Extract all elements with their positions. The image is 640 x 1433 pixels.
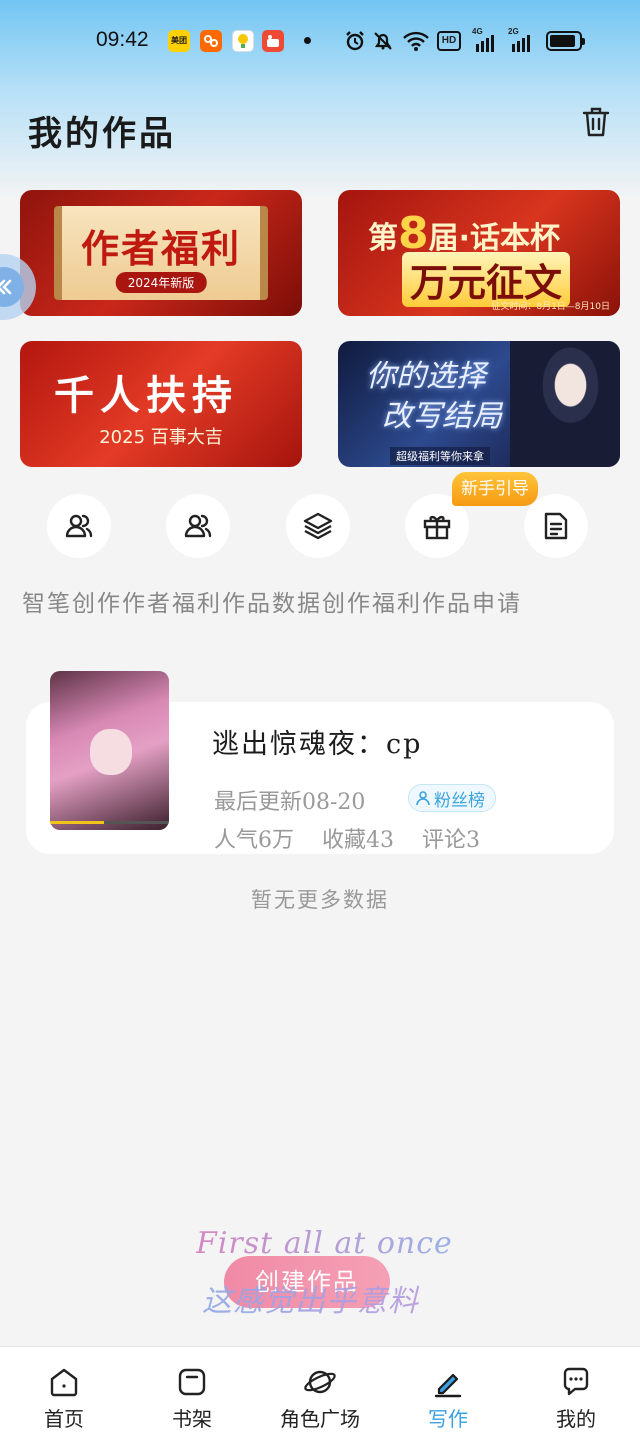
user-icon bbox=[416, 791, 430, 806]
status-time: 09:42 bbox=[96, 28, 149, 51]
nav-bookshelf[interactable]: 书架 bbox=[128, 1347, 256, 1433]
works-data-shortcut[interactable] bbox=[286, 494, 350, 558]
work-last-updated: 最后更新08-20 bbox=[214, 790, 366, 815]
banner-subtitle: 2025 百事大吉 bbox=[99, 427, 223, 448]
home-icon bbox=[50, 1368, 78, 1397]
nav-home[interactable]: 首页 bbox=[0, 1347, 128, 1433]
wifi-icon bbox=[403, 31, 429, 51]
nav-label: 首页 bbox=[44, 1407, 84, 1431]
status-bar: 09:42 美团 HD 4G 2G bbox=[0, 22, 640, 58]
pen-icon bbox=[434, 1373, 462, 1398]
nav-label: 书架 bbox=[172, 1407, 212, 1431]
mute-bell-icon bbox=[374, 32, 392, 50]
hd-badge: HD bbox=[437, 31, 461, 51]
layers-icon bbox=[303, 512, 333, 540]
battery-icon bbox=[546, 31, 585, 51]
works-apply-shortcut[interactable] bbox=[524, 494, 588, 558]
trash-icon bbox=[582, 107, 610, 137]
banner-subtitle: 超级福利等你来拿 bbox=[390, 447, 490, 465]
banner-scroll: 作者福利 2024年新版 bbox=[54, 206, 268, 300]
bottom-navigation: 首页 书架 角色广场 写作 我的 bbox=[0, 1346, 640, 1433]
banner-support-program[interactable]: 千人扶持 2025 百事大吉 bbox=[20, 341, 302, 467]
red-app-icon bbox=[262, 30, 284, 52]
chat-bubble-icon bbox=[563, 1367, 589, 1396]
banner-title: 作者福利 bbox=[80, 227, 241, 271]
notification-dot bbox=[304, 37, 311, 44]
work-cover-image[interactable] bbox=[50, 671, 169, 830]
nav-label: 我的 bbox=[556, 1407, 596, 1431]
bookshelf-icon bbox=[178, 1368, 206, 1396]
banner-period: 征文时间：8月1日—8月10日 bbox=[491, 302, 610, 312]
alarm-icon bbox=[346, 31, 364, 51]
floating-text-zh: 这感觉出乎意料 bbox=[202, 1276, 419, 1320]
page-title: 我的作品 bbox=[28, 114, 176, 154]
work-popularity: 人气6万 bbox=[214, 828, 294, 853]
nav-character-square[interactable]: 角色广场 bbox=[256, 1347, 384, 1433]
shortcut-labels: 智笔创作作者福利作品数据创作福利作品申请 bbox=[22, 591, 522, 617]
meituan-icon: 美团 bbox=[168, 30, 190, 52]
nav-write[interactable]: 写作 bbox=[384, 1347, 512, 1433]
character-illustration bbox=[510, 341, 620, 467]
document-icon bbox=[544, 512, 568, 540]
signal-icon bbox=[476, 35, 494, 52]
newbie-guide-badge[interactable]: 新手引导 bbox=[452, 472, 538, 506]
banner-title: 你的选择 改写结局 bbox=[366, 359, 502, 434]
banner-essay-contest[interactable]: 第8届·话本杯 万元征文 征文时间：8月1日—8月10日 bbox=[338, 190, 620, 316]
work-comments: 评论3 bbox=[422, 828, 480, 853]
banner-subtitle: 2024年新版 bbox=[115, 272, 207, 293]
gift-icon bbox=[423, 515, 451, 540]
author-welfare-shortcut[interactable] bbox=[166, 494, 230, 558]
banner-author-welfare[interactable]: 作者福利 2024年新版 bbox=[20, 190, 302, 316]
delete-button[interactable] bbox=[578, 104, 614, 140]
taobao-icon bbox=[200, 30, 222, 52]
banner-title: 千人扶持 bbox=[54, 373, 238, 419]
planet-icon bbox=[304, 1370, 336, 1394]
users-icon bbox=[184, 514, 212, 538]
work-title[interactable]: 逃出惊魂夜：cp bbox=[212, 722, 422, 761]
nav-label: 写作 bbox=[428, 1407, 468, 1431]
signal-icon-2 bbox=[512, 35, 530, 52]
nav-mine[interactable]: 我的 bbox=[512, 1347, 640, 1433]
smart-pen-shortcut[interactable] bbox=[47, 494, 111, 558]
double-chevron-left-icon bbox=[0, 279, 12, 295]
fans-ranking-tag[interactable]: 粉丝榜 bbox=[408, 784, 496, 812]
banner-choice-story[interactable]: 你的选择 改写结局 超级福利等你来拿 bbox=[338, 341, 620, 467]
bulb-app-icon bbox=[232, 30, 254, 52]
no-more-data-text: 暂无更多数据 bbox=[251, 888, 389, 912]
work-stats: 人气6万 收藏43 评论3 bbox=[214, 822, 480, 854]
users-icon bbox=[65, 514, 93, 538]
nav-label: 角色广场 bbox=[280, 1407, 360, 1431]
work-favorites: 收藏43 bbox=[322, 828, 394, 853]
floating-text-en: First all at once bbox=[196, 1226, 453, 1261]
